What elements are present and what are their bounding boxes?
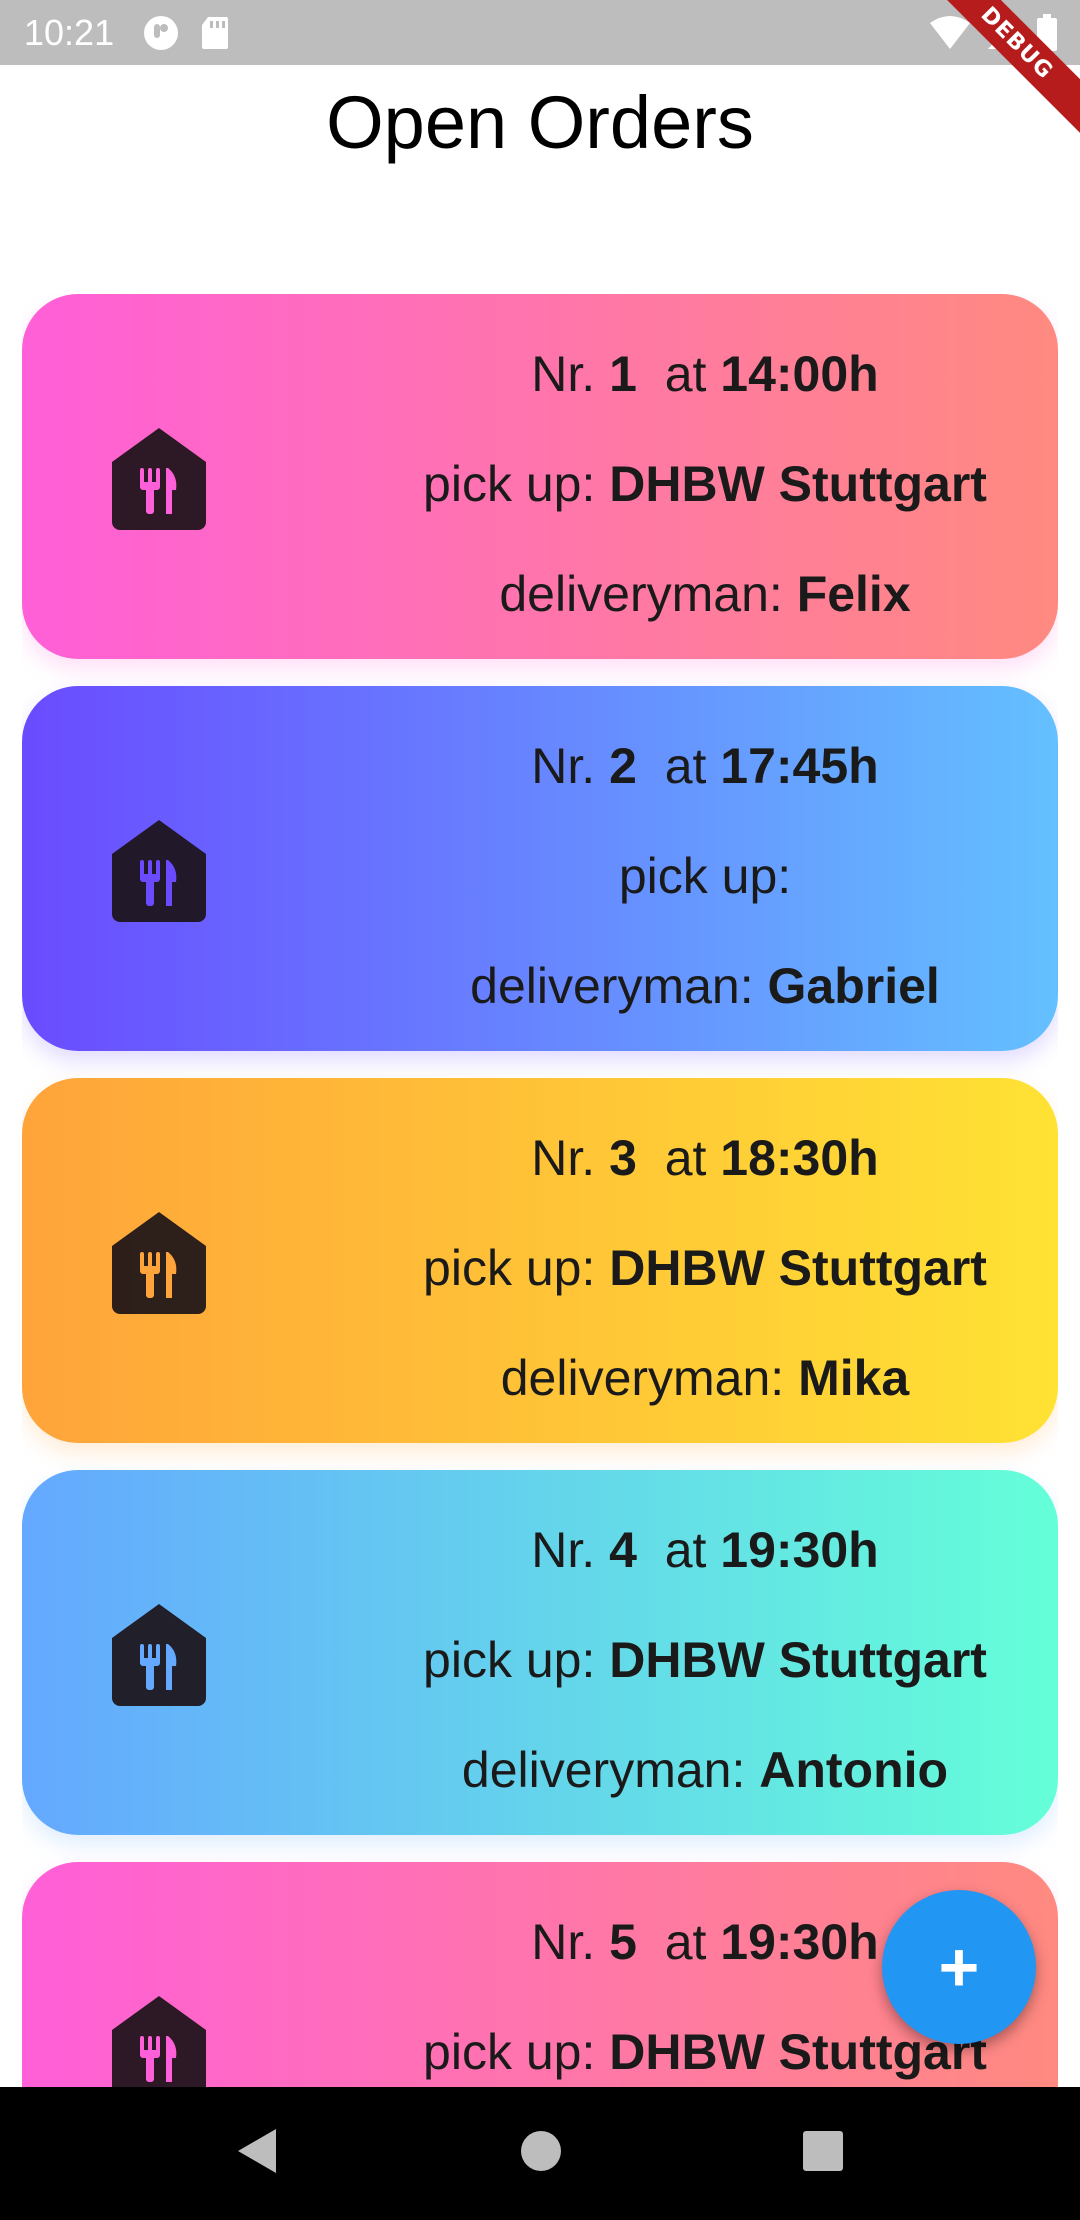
wifi-icon [930,15,970,56]
pickup-line: pick up: [619,851,791,901]
order-details: Nr. 4 at 19:30h pick up: DHBW Stuttgart … [382,1525,1028,1795]
at-label: at [664,1522,721,1578]
deliveryman-name: Mika [798,1350,910,1406]
order-number-line: Nr. 2 at 17:45h [531,741,878,791]
order-number-line: Nr. 5 at 19:30h [531,1917,878,1967]
order-details: Nr. 2 at 17:45h pick up: deliveryman: Ga… [382,741,1028,1011]
at-label: at [664,738,721,794]
order-time: 19:30h [720,1914,879,1970]
sd-card-icon [200,15,230,51]
nr-label: Nr. [531,738,610,794]
order-time: 14:00h [720,346,879,402]
order-number: 1 [609,346,637,402]
order-number: 5 [609,1914,637,1970]
add-icon: + [938,1928,980,2006]
deliveryman-name: Antonio [759,1742,949,1798]
recents-icon[interactable] [802,2130,844,2177]
order-time: 18:30h [720,1130,879,1186]
pickup-label: pick up: [423,456,610,512]
order-details: Nr. 1 at 14:00h pick up: DHBW Stuttgart … [382,349,1028,619]
back-icon[interactable] [236,2127,280,2180]
pickup-line: pick up: DHBW Stuttgart [423,2027,987,2077]
page-title: Open Orders [326,81,754,164]
pickup-label: pick up: [618,848,792,904]
add-order-button[interactable]: + [882,1890,1036,2044]
deliveryman-line: deliveryman: Antonio [462,1745,948,1795]
order-details: Nr. 3 at 18:30h pick up: DHBW Stuttgart … [382,1133,1028,1403]
at-label: at [664,346,721,402]
order-number-line: Nr. 1 at 14:00h [531,349,878,399]
order-time: 17:45h [720,738,879,794]
pickup-location: DHBW Stuttgart [609,456,987,512]
notification-app-icon [142,14,180,52]
restaurant-house-icon [112,1212,206,1314]
deliveryman-name: Gabriel [767,958,940,1014]
order-card-4[interactable]: Nr. 4 at 19:30h pick up: DHBW Stuttgart … [22,1470,1058,1835]
deliveryman-label: deliveryman: [461,1742,760,1798]
restaurant-house-icon [112,428,206,530]
deliveryman-label: deliveryman: [470,958,768,1014]
pickup-line: pick up: DHBW Stuttgart [423,459,987,509]
deliveryman-line: deliveryman: Mika [501,1353,910,1403]
order-number: 4 [609,1522,637,1578]
deliveryman-name: Felix [796,566,911,622]
at-label: at [664,1914,721,1970]
order-time: 19:30h [720,1522,879,1578]
order-number: 3 [609,1130,637,1186]
order-number-line: Nr. 3 at 18:30h [531,1133,878,1183]
deliveryman-label: deliveryman: [499,566,797,622]
order-card-3[interactable]: Nr. 3 at 18:30h pick up: DHBW Stuttgart … [22,1078,1058,1443]
deliveryman-label: deliveryman: [500,1350,799,1406]
status-time: 10:21 [24,11,115,53]
restaurant-house-icon [112,820,206,922]
navigation-bar [0,2087,1080,2220]
restaurant-house-icon [112,1996,206,2087]
pickup-label: pick up: [423,1240,610,1296]
pickup-label: pick up: [423,1632,610,1688]
pickup-line: pick up: DHBW Stuttgart [423,1243,987,1293]
order-number: 2 [609,738,637,794]
pickup-location: DHBW Stuttgart [609,1632,987,1688]
nr-label: Nr. [531,1522,610,1578]
home-icon[interactable] [520,2130,562,2177]
pickup-label: pick up: [423,2024,610,2080]
orders-list[interactable]: Nr. 1 at 14:00h pick up: DHBW Stuttgart … [22,294,1058,2087]
order-card-2[interactable]: Nr. 2 at 17:45h pick up: deliveryman: Ga… [22,686,1058,1051]
restaurant-house-icon [112,1604,206,1706]
pickup-line: pick up: DHBW Stuttgart [423,1635,987,1685]
order-number-line: Nr. 4 at 19:30h [531,1525,878,1575]
deliveryman-line: deliveryman: Felix [499,569,910,619]
pickup-location: DHBW Stuttgart [609,1240,987,1296]
nr-label: Nr. [531,1914,610,1970]
nr-label: Nr. [531,1130,610,1186]
order-card-1[interactable]: Nr. 1 at 14:00h pick up: DHBW Stuttgart … [22,294,1058,659]
at-label: at [664,1130,721,1186]
status-bar: 10:21 [0,0,1080,65]
deliveryman-line: deliveryman: Gabriel [470,961,940,1011]
nr-label: Nr. [531,346,610,402]
